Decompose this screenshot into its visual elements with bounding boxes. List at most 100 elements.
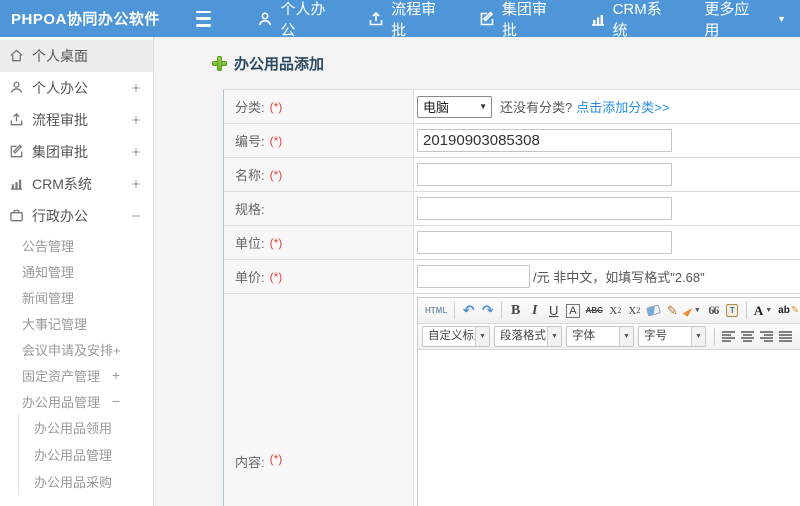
- hamburger-menu-icon[interactable]: [195, 10, 218, 27]
- form-row-spec: 规格:: [224, 192, 800, 226]
- blockquote-button[interactable]: 66: [705, 300, 722, 321]
- no-category-hint: 还没有分类?: [500, 100, 573, 115]
- bold-button[interactable]: B: [507, 300, 524, 321]
- superscript-button[interactable]: X2: [607, 300, 624, 321]
- name-input[interactable]: [417, 163, 672, 186]
- sidebar-item-label: 固定资产管理: [22, 368, 101, 384]
- sidebar-item-supplies-claim[interactable]: 办公用品领用: [19, 414, 153, 441]
- code-input[interactable]: [417, 129, 672, 152]
- sidebar-item-label: 集团审批: [32, 144, 88, 160]
- spec-input[interactable]: [417, 197, 672, 220]
- sidebar-item-office-supplies-mgmt[interactable]: 办公用品管理 −: [0, 388, 153, 414]
- sidebar-item-announcement-mgmt[interactable]: 公告管理: [0, 232, 153, 258]
- align-justify-button[interactable]: [777, 326, 794, 347]
- bar-chart-icon: [9, 176, 25, 192]
- expand-toggle[interactable]: +: [129, 112, 143, 129]
- sidebar-item-label: 行政办公: [32, 208, 88, 224]
- sidebar-item-personal-office[interactable]: 个人办公 +: [0, 72, 153, 104]
- insert-link-button[interactable]: ∞: [796, 326, 800, 347]
- highlight-color-button[interactable]: ab✎▼: [776, 300, 800, 321]
- sidebar-item-notice-mgmt[interactable]: 通知管理: [0, 258, 153, 284]
- font-size-dropdown[interactable]: 字号 ▼: [638, 326, 706, 347]
- font-color-button[interactable]: A ▼: [752, 300, 774, 321]
- nav-personal-office[interactable]: 个人办公: [243, 0, 354, 39]
- user-icon: [9, 80, 25, 96]
- caret-down-icon: ▼: [547, 327, 561, 346]
- auto-typeset-button[interactable]: ▼: [682, 300, 703, 321]
- format-painter-button[interactable]: ✎: [664, 300, 681, 321]
- page-title-text: 办公用品添加: [234, 56, 325, 73]
- remove-format-button[interactable]: [645, 300, 662, 321]
- sidebar-item-fixed-assets-mgmt[interactable]: 固定资产管理 +: [0, 362, 153, 388]
- custom-heading-dropdown[interactable]: 自定义标题 ▼: [422, 326, 490, 347]
- expand-toggle[interactable]: −: [129, 208, 143, 225]
- edit-square-icon: [479, 10, 495, 27]
- redo-button[interactable]: ↷: [479, 300, 496, 321]
- add-supplies-form: 分类: (*) 电脑 ▼ 还没有分类? 点击添加分类>> 编号: (*) 201…: [223, 89, 800, 506]
- page-title: 办公用品添加: [212, 53, 800, 74]
- sidebar-item-workflow-approval[interactable]: 流程审批 +: [0, 104, 153, 136]
- nav-crm-system[interactable]: CRM系统: [576, 0, 691, 39]
- price-input[interactable]: [417, 265, 530, 288]
- sidebar-item-supplies-purchase[interactable]: 办公用品采购: [19, 468, 153, 495]
- editor-toolbar-row-1: HTML ↶ ↷ B I U A ABC X2 X2 ✎ ▼ 66 T A ▼ …: [418, 298, 800, 324]
- expand-toggle[interactable]: +: [112, 367, 120, 383]
- underline-button[interactable]: U: [545, 300, 562, 321]
- required-mark: (*): [269, 133, 283, 148]
- sidebar-item-group-approval[interactable]: 集团审批 +: [0, 136, 153, 168]
- paragraph-format-dropdown[interactable]: 段落格式 ▼: [494, 326, 562, 347]
- sidebar-item-label: 新闻管理: [22, 290, 75, 306]
- caret-down-icon: ▼: [475, 327, 489, 346]
- content-label: 内容: (*): [224, 294, 414, 506]
- strikethrough-button[interactable]: ABC: [584, 300, 605, 321]
- edit-square-icon: [9, 144, 25, 160]
- form-row-category: 分类: (*) 电脑 ▼ 还没有分类? 点击添加分类>>: [224, 90, 800, 124]
- nav-workflow-approval[interactable]: 流程审批: [354, 0, 465, 39]
- add-category-link[interactable]: 点击添加分类>>: [576, 97, 669, 116]
- align-right-button[interactable]: [758, 326, 775, 347]
- source-code-button[interactable]: HTML: [423, 300, 449, 321]
- nav-label: CRM系统: [612, 0, 662, 39]
- align-center-button[interactable]: [739, 326, 756, 347]
- spray-icon: [682, 304, 694, 317]
- sidebar-item-news-mgmt[interactable]: 新闻管理: [0, 284, 153, 310]
- italic-button[interactable]: I: [526, 300, 543, 321]
- sidebar-item-label: CRM系统: [32, 176, 92, 192]
- user-icon: [257, 11, 273, 27]
- sidebar-item-label: 办公用品采购: [34, 475, 113, 490]
- nav-more-apps[interactable]: 更多应用 ▼: [690, 0, 800, 39]
- unit-label: 单位: (*): [224, 226, 414, 259]
- font-border-button[interactable]: A: [564, 300, 581, 321]
- category-select-value: 电脑: [423, 100, 450, 115]
- required-mark: (*): [269, 452, 283, 466]
- align-justify-icon: [779, 331, 792, 342]
- sidebar-item-label: 公告管理: [22, 238, 75, 254]
- expand-toggle[interactable]: +: [129, 144, 143, 161]
- sidebar-item-personal-desktop[interactable]: 个人桌面: [0, 40, 153, 72]
- expand-toggle[interactable]: +: [129, 176, 143, 193]
- unit-input[interactable]: [417, 231, 672, 254]
- sidebar-item-label: 大事记管理: [22, 316, 88, 332]
- undo-button[interactable]: ↶: [460, 300, 477, 321]
- align-left-button[interactable]: [720, 326, 737, 347]
- category-select[interactable]: 电脑 ▼: [417, 95, 492, 118]
- subscript-button[interactable]: X2: [626, 300, 643, 321]
- sidebar-item-crm-system[interactable]: CRM系统 +: [0, 168, 153, 200]
- sidebar-item-meeting-request[interactable]: 会议申请及安排+: [0, 336, 153, 362]
- caret-down-icon: ▼: [691, 327, 705, 346]
- font-family-dropdown[interactable]: 字体 ▼: [566, 326, 634, 347]
- pen-icon: ✎: [790, 305, 800, 316]
- toolbar-separator: [501, 302, 503, 319]
- sidebar-item-label: 个人办公: [32, 80, 88, 96]
- paste-plain-button[interactable]: T: [724, 300, 741, 321]
- sidebar-item-supplies-manage[interactable]: 办公用品管理: [19, 441, 153, 468]
- sidebar-item-label: 办公用品管理: [34, 448, 113, 463]
- expand-toggle[interactable]: +: [129, 80, 143, 97]
- home-icon: [9, 48, 25, 64]
- top-menu: 个人办公 流程审批 集团审批 CRM系统 更多应用 ▼: [243, 0, 800, 39]
- nav-group-approval[interactable]: 集团审批: [465, 0, 576, 39]
- sidebar-item-memorabilia-mgmt[interactable]: 大事记管理: [0, 310, 153, 336]
- editor-content-area[interactable]: [418, 350, 800, 506]
- expand-toggle[interactable]: −: [112, 393, 120, 409]
- sidebar-item-admin-office[interactable]: 行政办公 −: [0, 200, 153, 232]
